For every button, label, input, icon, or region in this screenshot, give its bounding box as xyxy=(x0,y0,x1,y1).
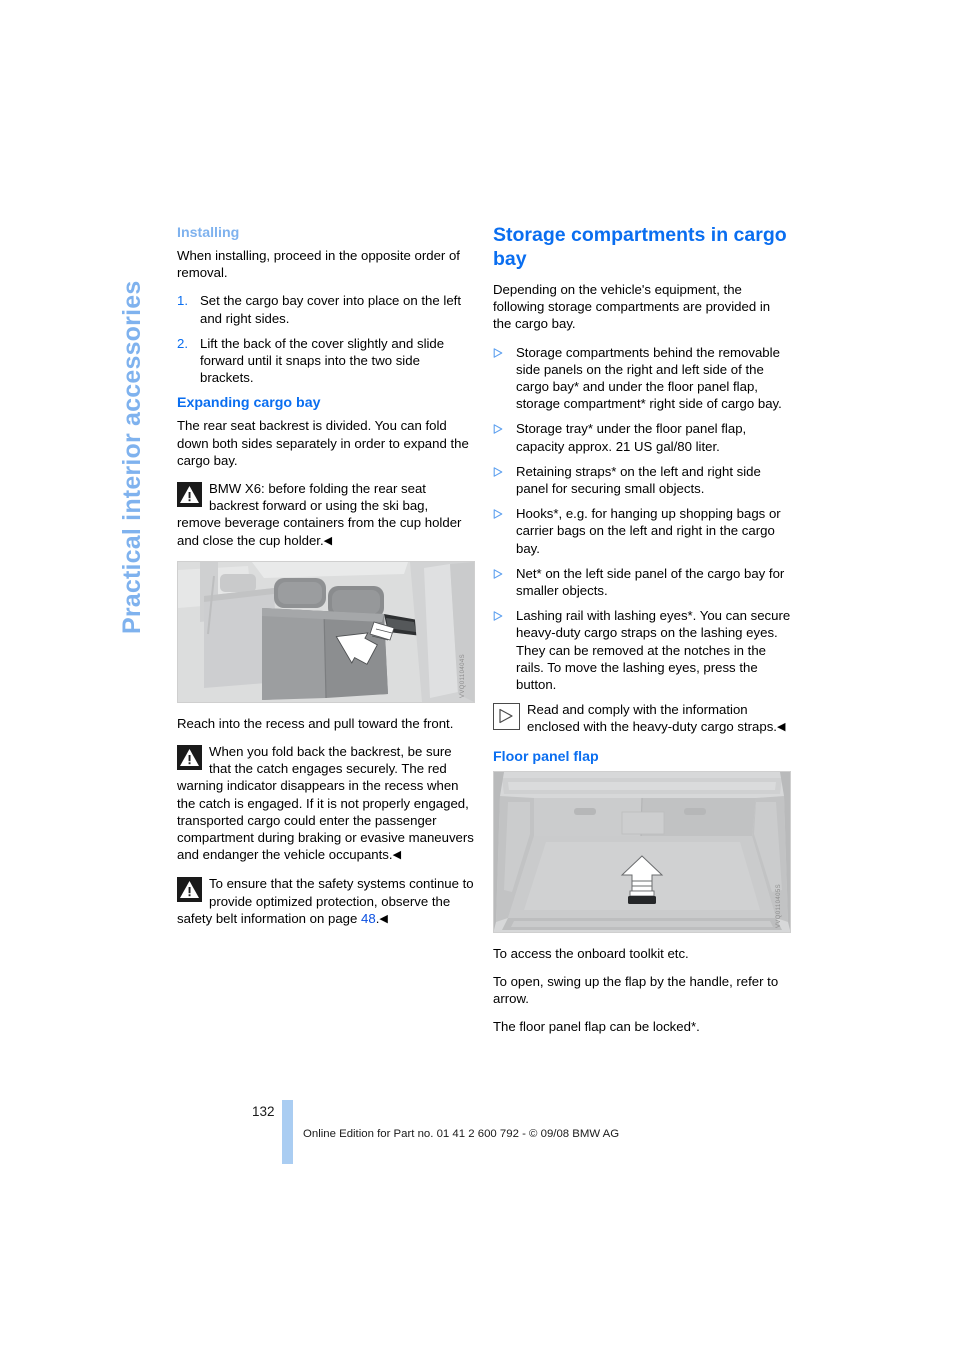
bullet-text: Hooks*, e.g. for hanging up shopping bag… xyxy=(516,506,781,556)
heading-installing: Installing xyxy=(177,225,240,241)
list-item: Net* on the left side panel of the cargo… xyxy=(493,565,791,599)
list-item: Storage compartments behind the removabl… xyxy=(493,344,791,413)
installing-steps: 1. Set the cargo bay cover into place on… xyxy=(177,292,475,386)
warning-text: To ensure that the safety systems contin… xyxy=(177,876,474,926)
installing-intro: When installing, proceed in the opposite… xyxy=(177,248,460,281)
triangle-bullet-icon xyxy=(493,463,516,497)
floor-flap-text-3: The floor panel flap can be locked*. xyxy=(493,1019,700,1035)
heading-floor-panel-flap: Floor panel flap xyxy=(493,748,599,765)
step-marker: 1. xyxy=(177,293,188,309)
floor-flap-text-2: To open, swing up the flap by the handle… xyxy=(493,973,779,1007)
step-marker: 2. xyxy=(177,335,188,351)
warning-triangle-icon xyxy=(177,482,202,508)
list-item: 1. Set the cargo bay cover into place on… xyxy=(177,292,475,326)
step-text: Set the cargo bay cover into place on th… xyxy=(200,293,461,326)
list-item: Retaining straps* on the left and right … xyxy=(493,463,791,497)
end-mark: ◀ xyxy=(379,912,388,925)
figure-1-caption: Reach into the recess and pull toward th… xyxy=(177,715,454,731)
triangle-bullet-icon xyxy=(493,420,516,454)
list-item: Hooks*, e.g. for hanging up shopping bag… xyxy=(493,505,791,557)
page-number: 132 xyxy=(252,1104,275,1119)
storage-bullet-list: Storage compartments behind the removabl… xyxy=(493,344,791,694)
end-mark: ◀ xyxy=(323,534,333,547)
figure-floor-panel-flap: VVQ0110405S xyxy=(493,770,791,933)
left-column: Installing When installing, proceed in t… xyxy=(177,224,475,939)
heading-storage-compartments: Storage compartments in cargo bay xyxy=(493,224,787,270)
floor-flap-text-1: To access the onboard toolkit etc. xyxy=(493,945,689,961)
bullet-text: Net* on the left side panel of the cargo… xyxy=(516,565,785,599)
figure-rear-seat-backrest: VVQ0110404S xyxy=(177,560,475,703)
expanding-intro: The rear seat backrest is divided. You c… xyxy=(177,418,469,468)
step-text: Lift the back of the cover slightly and … xyxy=(200,335,445,386)
warning-triangle-icon xyxy=(177,745,202,771)
triangle-bullet-icon xyxy=(493,565,516,599)
manual-page: Practical interior accessories Installin… xyxy=(0,0,954,1350)
footer-edition-line: Online Edition for Part no. 01 41 2 600 … xyxy=(303,1128,620,1140)
chapter-tab: Practical interior accessories xyxy=(118,280,146,634)
triangle-bullet-icon xyxy=(493,344,516,413)
end-mark: ◀ xyxy=(776,721,786,734)
warning-triangle-icon xyxy=(177,877,202,903)
list-item: 2. Lift the back of the cover slightly a… xyxy=(177,335,475,387)
list-item: Lashing rail with lashing eyes*. You can… xyxy=(493,607,791,693)
page-reference-link[interactable]: 48 xyxy=(361,911,376,926)
warning-block-1: BMW X6: before folding the rear seat bac… xyxy=(177,480,475,550)
footer-accent-bar xyxy=(282,1100,293,1164)
warning-block-2: When you fold back the backrest, be sure… xyxy=(177,743,475,864)
warning-text: When you fold back the backrest, be sure… xyxy=(177,744,474,863)
figure-rear-seat-illustration xyxy=(178,561,474,702)
bullet-text: Lashing rail with lashing eyes*. You can… xyxy=(516,608,791,693)
heading-expanding-cargo-bay: Expanding cargo bay xyxy=(177,395,321,412)
warning-block-3: To ensure that the safety systems contin… xyxy=(177,875,475,928)
warning-text: BMW X6: before folding the rear seat bac… xyxy=(177,481,462,548)
bullet-text: Storage compartments behind the removabl… xyxy=(516,344,782,412)
list-item: Storage tray* under the floor panel flap… xyxy=(493,420,791,454)
figure-code: VVQ0110405S xyxy=(775,883,782,928)
figure-code: VVQ0110404S xyxy=(459,653,466,698)
right-column: Storage compartments in cargo bay Depend… xyxy=(493,224,791,1046)
triangle-bullet-icon xyxy=(493,505,516,557)
note-triangle-icon xyxy=(493,703,520,731)
bullet-text: Retaining straps* on the left and right … xyxy=(516,463,761,497)
triangle-bullet-icon xyxy=(493,607,516,693)
end-mark: ◀ xyxy=(392,849,402,862)
note-block-1: Read and comply with the information enc… xyxy=(493,701,791,736)
figure-cargo-bay-illustration xyxy=(494,771,790,932)
storage-intro: Depending on the vehicle's equipment, th… xyxy=(493,282,771,332)
bullet-text: Storage tray* under the floor panel flap… xyxy=(516,421,747,454)
note-text: Read and comply with the information enc… xyxy=(527,702,777,735)
